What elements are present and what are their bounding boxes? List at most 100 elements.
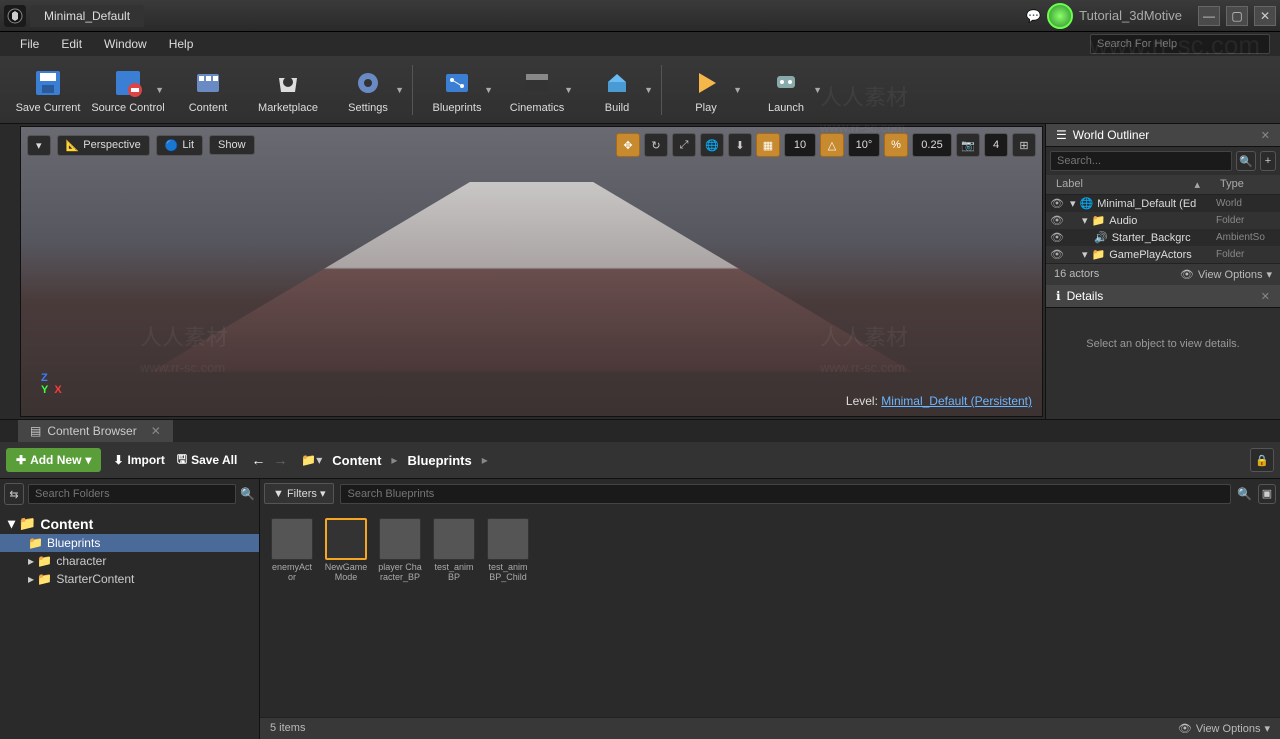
eye-icon: 👁 [1178,722,1192,735]
asset-item[interactable]: enemyActor [270,518,314,583]
menu-edit[interactable]: Edit [51,35,92,53]
save-current-button[interactable]: Save Current [8,60,88,120]
level-tab[interactable]: Minimal_Default [30,5,144,27]
axis-gizmo-icon: ZYX [41,372,62,396]
eye-icon[interactable]: 👁 [1050,248,1062,261]
chevron-down-icon[interactable]: ▼ [484,85,493,95]
chevron-down-icon[interactable]: ▼ [813,85,822,95]
menu-help[interactable]: Help [159,35,204,53]
transform-rotate-button[interactable]: ↻ [644,133,668,157]
surface-snap-button[interactable]: ⬇ [728,133,752,157]
world-outliner-tab[interactable]: ☰ World Outliner ✕ [1046,124,1280,147]
folder-search-input[interactable] [28,484,236,504]
level-link[interactable]: Minimal_Default (Persistent) [881,394,1032,408]
grid-snap-value[interactable]: 10 [784,133,816,157]
chevron-down-icon[interactable]: ▼ [564,85,573,95]
eye-icon[interactable]: 👁 [1050,231,1062,244]
chevron-down-icon[interactable]: ▼ [733,85,742,95]
sources-toggle-button[interactable]: ⇆ [4,483,24,505]
launch-button[interactable]: Launch▼ [746,60,826,120]
add-new-button[interactable]: ✚Add New ▾ [6,448,101,472]
build-button[interactable]: Build▼ [577,60,657,120]
search-icon[interactable]: 🔍 [240,487,255,501]
coord-space-button[interactable]: 🌐 [700,133,724,157]
eye-icon[interactable]: 👁 [1050,197,1062,210]
details-tab[interactable]: ℹ Details ✕ [1046,285,1280,308]
search-icon[interactable]: 🔍 [1237,487,1252,501]
chevron-down-icon[interactable]: ▼ [395,85,404,95]
details-icon: ℹ [1056,289,1061,303]
asset-search-input[interactable] [340,484,1231,504]
minimize-button[interactable]: — [1198,6,1220,26]
filters-button[interactable]: ▼ Filters ▾ [264,483,334,504]
tree-item-character[interactable]: ▸ 📁 character [0,552,259,570]
scale-snap-value[interactable]: 0.25 [912,133,952,157]
folder-tree[interactable]: ▾ 📁 Content 📁 Blueprints ▸ 📁 character ▸… [0,509,259,739]
view-options-button[interactable]: 👁View Options ▾ [1180,268,1272,281]
maximize-button[interactable]: ▢ [1226,6,1248,26]
level-label: Level: Minimal_Default (Persistent) [846,394,1032,408]
tutorial-badge-icon[interactable] [1047,3,1073,29]
source-control-button[interactable]: Source Control▼ [88,60,168,120]
content-browser-tab[interactable]: ▤ Content Browser ✕ [18,420,173,442]
content-button[interactable]: Content [168,60,248,120]
breadcrumb-content[interactable]: Content [328,453,385,468]
outliner-search-input[interactable] [1050,151,1232,171]
level-viewport[interactable]: ▾ 📐 Perspective 🔵 Lit Show ✥ ↻ ⤢ 🌐 ⬇ ▦ 1… [20,126,1043,417]
grid-snap-button[interactable]: ▦ [756,133,780,157]
tree-item-blueprints[interactable]: 📁 Blueprints [0,534,259,552]
angle-snap-value[interactable]: 10° [848,133,880,157]
asset-item[interactable]: NewGame Mode [324,518,368,583]
lock-icon[interactable]: 🔒 [1250,448,1274,472]
add-filter-button[interactable]: + [1260,151,1276,171]
save-all-button[interactable]: 🖫Save All [177,450,237,471]
eye-icon[interactable]: 👁 [1050,214,1062,227]
sort-icon[interactable]: ▴ [1194,178,1200,191]
close-icon[interactable]: ✕ [1261,290,1270,303]
outliner-tree[interactable]: 👁▾ 🌐Minimal_Default (EdWorld 👁▾ 📁AudioFo… [1046,195,1280,263]
cinematics-button[interactable]: Cinematics▼ [497,60,577,120]
angle-snap-button[interactable]: △ [820,133,844,157]
plus-icon: ✚ [16,453,26,467]
viewport-lit-dropdown[interactable]: 🔵 Lit [156,135,203,156]
camera-speed-value[interactable]: 4 [984,133,1008,157]
viewport-show-dropdown[interactable]: Show [209,135,255,155]
menu-file[interactable]: File [10,35,49,53]
asset-item[interactable]: test_anim BP_Child [486,518,530,583]
close-button[interactable]: ✕ [1254,6,1276,26]
chat-icon[interactable]: 💬 [1026,9,1041,23]
viewport-perspective-dropdown[interactable]: 📐 Perspective [57,135,150,156]
asset-item[interactable]: test_anim BP [432,518,476,583]
close-icon[interactable]: ✕ [151,424,161,438]
tree-item-startercontent[interactable]: ▸ 📁 StarterContent [0,570,259,588]
transform-scale-button[interactable]: ⤢ [672,133,696,157]
help-search-input[interactable] [1090,34,1270,54]
asset-item[interactable]: player Character_BP [378,518,422,583]
asset-grid[interactable]: enemyActor NewGame Mode player Character… [260,508,1280,717]
nav-forward-button[interactable]: → [271,452,289,468]
menu-bar: File Edit Window Help [0,32,1280,56]
blueprints-button[interactable]: Blueprints▼ [417,60,497,120]
viewport-options-dropdown[interactable]: ▾ [27,135,51,156]
close-icon[interactable]: ✕ [1261,129,1270,142]
chevron-down-icon[interactable]: ▼ [644,85,653,95]
import-button[interactable]: ⬇Import [113,453,164,467]
content-tree-panel: ⇆ 🔍 ▾ 📁 Content 📁 Blueprints ▸ 📁 charact… [0,479,260,739]
engine-logo-icon [4,5,26,27]
left-dock-gutter [0,124,18,419]
view-options-button[interactable]: 👁View Options ▾ [1178,722,1270,735]
play-button[interactable]: Play▼ [666,60,746,120]
chevron-down-icon[interactable]: ▼ [155,85,164,95]
settings-button[interactable]: Settings▼ [328,60,408,120]
search-icon[interactable]: 🔍 [1236,151,1256,171]
menu-window[interactable]: Window [94,35,157,53]
viewport-maximize-button[interactable]: ⊞ [1012,133,1036,157]
scale-snap-button[interactable]: % [884,133,908,157]
transform-move-button[interactable]: ✥ [616,133,640,157]
nav-back-button[interactable]: ← [249,452,267,468]
save-search-button[interactable]: ▣ [1258,484,1276,504]
marketplace-button[interactable]: Marketplace [248,60,328,120]
chevron-right-icon: ▸ [482,453,488,467]
breadcrumb-blueprints[interactable]: Blueprints [403,453,475,468]
camera-speed-button[interactable]: 📷 [956,133,980,157]
